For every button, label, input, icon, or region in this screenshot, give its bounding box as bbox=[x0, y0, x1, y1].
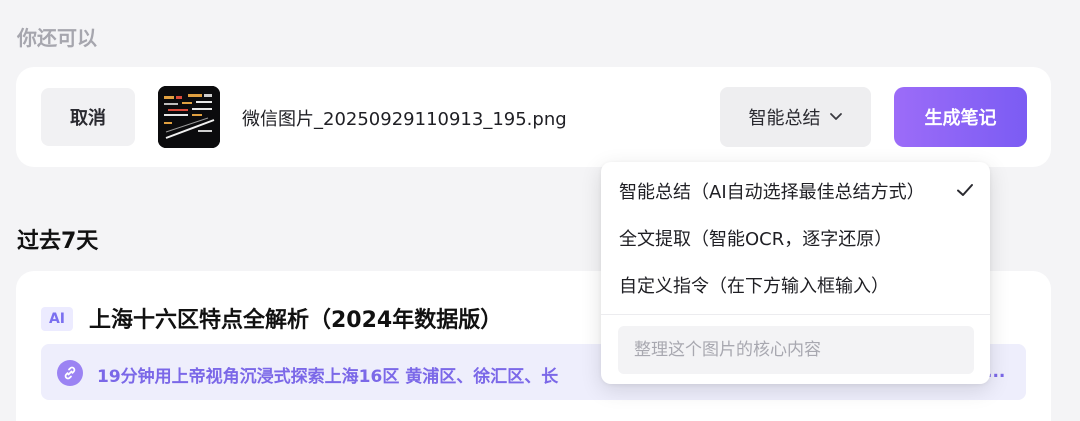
menu-divider bbox=[601, 314, 990, 315]
history-section-title: 过去7天 bbox=[17, 229, 99, 254]
summary-mode-menu: 智能总结（AI自动选择最佳总结方式） 全文提取（智能OCR，逐字还原） 自定义指… bbox=[601, 162, 990, 384]
note-title[interactable]: 上海十六区特点全解析（2024年数据版） bbox=[89, 302, 502, 334]
ai-badge: AI bbox=[41, 307, 73, 331]
checkmark-icon bbox=[954, 179, 976, 206]
chevron-down-icon bbox=[829, 107, 843, 128]
menu-item-label: 自定义指令（在下方输入框输入） bbox=[619, 276, 889, 297]
mode-select-dropdown[interactable]: 智能总结 bbox=[720, 87, 871, 147]
mode-select-label: 智能总结 bbox=[748, 108, 821, 129]
cancel-button[interactable]: 取消 bbox=[41, 88, 135, 146]
menu-item-custom-instruction[interactable]: 自定义指令（在下方输入框输入） bbox=[601, 263, 990, 307]
source-link-ellipsis: ... bbox=[986, 362, 1006, 382]
image-thumbnail bbox=[158, 86, 220, 148]
menu-item-full-text-ocr[interactable]: 全文提取（智能OCR，逐字还原） bbox=[601, 216, 990, 260]
generate-notes-button[interactable]: 生成笔记 bbox=[894, 87, 1027, 147]
upload-card: 取消 微信图片_20250929110913_195.png 智能总结 生成笔记 bbox=[16, 67, 1051, 167]
link-icon bbox=[57, 360, 83, 386]
section-label-more-options: 你还可以 bbox=[17, 26, 97, 50]
file-name: 微信图片_20250929110913_195.png bbox=[242, 109, 567, 130]
custom-instruction-input[interactable] bbox=[618, 326, 974, 374]
menu-item-label: 全文提取（智能OCR，逐字还原） bbox=[619, 229, 893, 250]
menu-item-label: 智能总结（AI自动选择最佳总结方式） bbox=[619, 182, 925, 203]
menu-item-smart-summary[interactable]: 智能总结（AI自动选择最佳总结方式） bbox=[601, 169, 990, 213]
